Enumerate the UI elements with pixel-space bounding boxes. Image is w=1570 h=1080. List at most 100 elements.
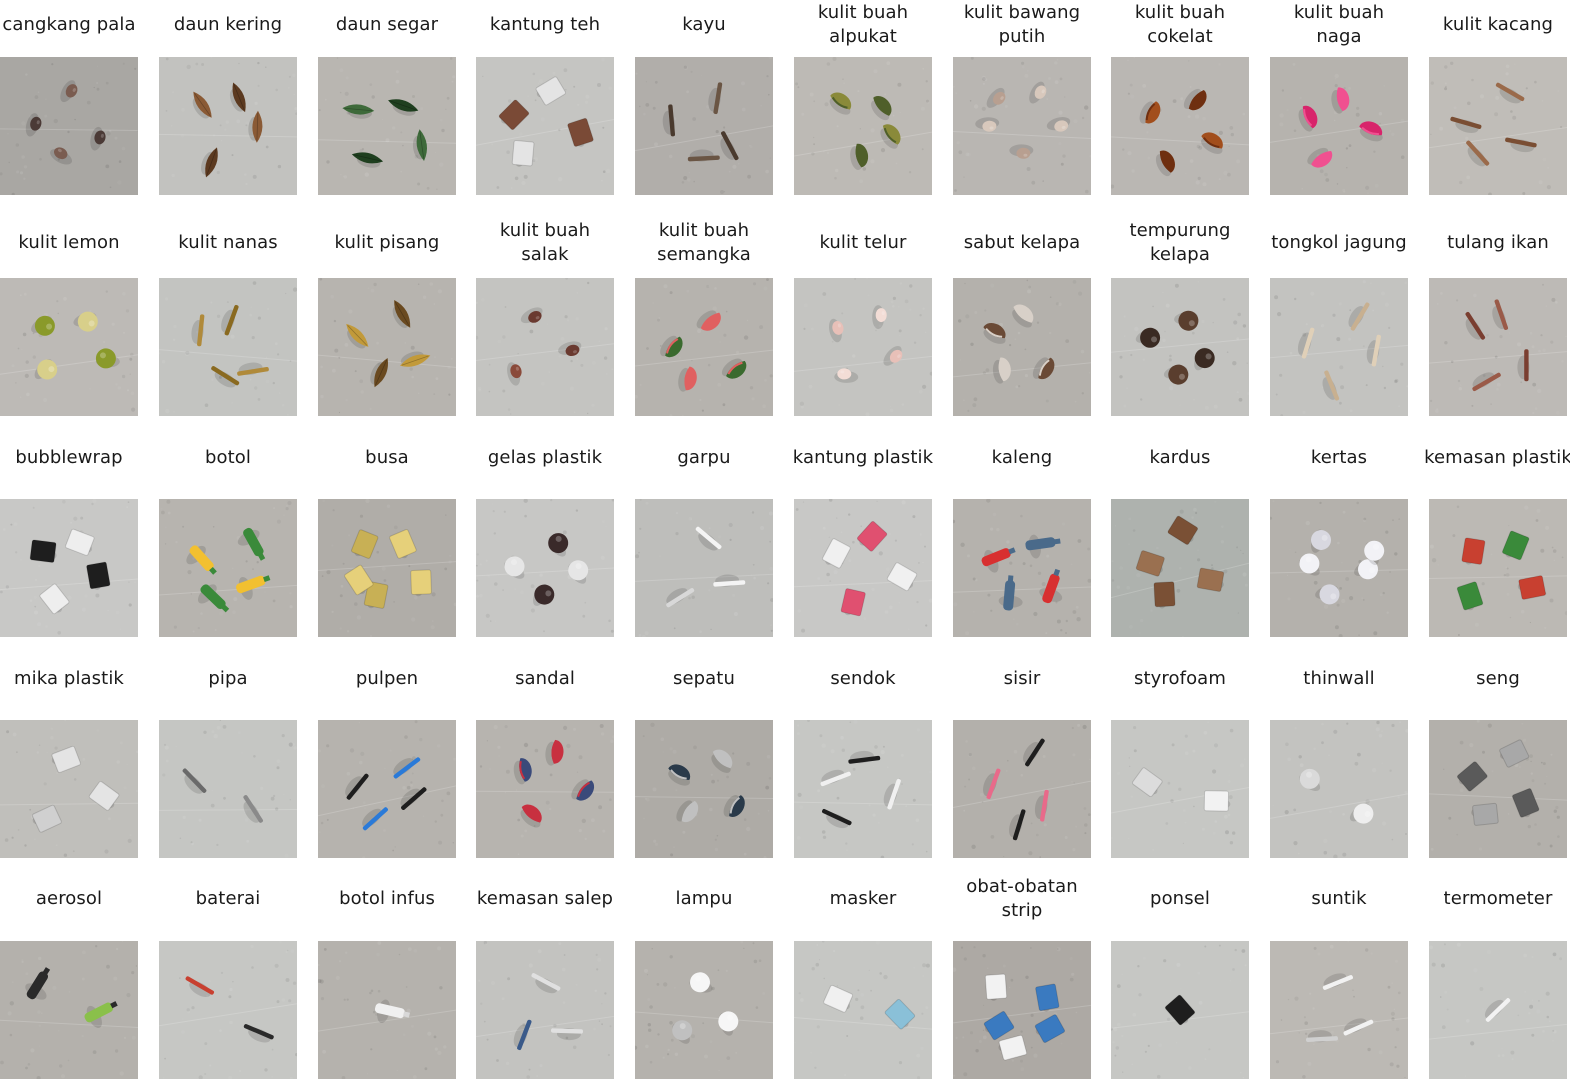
item-photo-kulit-buah-semangka [635, 278, 773, 416]
photo-graphic [1111, 941, 1249, 1079]
item-photo-kemasan-salep [476, 941, 614, 1079]
photo-graphic [794, 278, 932, 416]
item-label-tongkol-jagung: tongkol jagung [1271, 232, 1407, 253]
item-photo-busa [318, 499, 456, 637]
item-photo-cangkang-pala [0, 57, 138, 195]
item-label-baterai: baterai [195, 888, 261, 909]
photo-graphic [318, 720, 456, 858]
photo-graphic [794, 499, 932, 637]
item-photo-kulit-kacang [1429, 57, 1567, 195]
item-label-suntik: suntik [1311, 888, 1367, 909]
photo-graphic [0, 941, 138, 1079]
photo-graphic [1429, 720, 1567, 858]
item-photo-lampu [635, 941, 773, 1079]
item-photo-suntik [1270, 941, 1408, 1079]
item-photo-sepatu [635, 720, 773, 858]
item-label-mika-plastik: mika plastik [14, 668, 124, 689]
item-label-daun-segar: daun segar [335, 14, 439, 35]
photo-graphic [794, 720, 932, 858]
photo-graphic [1111, 499, 1249, 637]
photo-graphic [476, 941, 614, 1079]
item-photo-tempurung-kelapa [1111, 278, 1249, 416]
item-label-kulit-pisang: kulit pisang [334, 232, 440, 253]
item-label-lampu: lampu [675, 888, 733, 909]
photo-graphic [1429, 941, 1567, 1079]
item-photo-termometer [1429, 941, 1567, 1079]
item-label-busa: busa [365, 447, 409, 468]
photo-graphic [159, 499, 297, 637]
item-label-seng: seng [1476, 668, 1520, 689]
photo-graphic [476, 278, 614, 416]
item-label-styrofoam: styrofoam [1134, 668, 1226, 689]
photo-graphic [1111, 278, 1249, 416]
item-label-sandal: sandal [515, 668, 575, 689]
item-label-sepatu: sepatu [673, 668, 735, 689]
item-photo-kulit-telur [794, 278, 932, 416]
item-label-botol: botol [204, 447, 251, 468]
item-label-kaleng: kaleng [991, 447, 1053, 468]
item-label-sisir: sisir [1003, 668, 1041, 689]
photo-graphic [1429, 57, 1567, 195]
item-photo-pulpen [318, 720, 456, 858]
item-label-garpu: garpu [677, 447, 731, 468]
item-photo-kertas [1270, 499, 1408, 637]
item-photo-seng [1429, 720, 1567, 858]
item-photo-masker [794, 941, 932, 1079]
item-photo-styrofoam [1111, 720, 1249, 858]
photo-graphic [0, 57, 138, 195]
item-label-kantung-plastik: kantung plastik [792, 447, 934, 468]
item-photo-kemasan-plastik [1429, 499, 1567, 637]
item-photo-botol-infus [318, 941, 456, 1079]
item-label-kulit-buah-naga: kulit buah naga [1293, 2, 1385, 47]
item-label-thinwall: thinwall [1303, 668, 1375, 689]
photo-graphic [1270, 941, 1408, 1079]
item-photo-kulit-pisang [318, 278, 456, 416]
item-photo-daun-segar [318, 57, 456, 195]
item-label-kulit-nanas: kulit nanas [178, 232, 278, 253]
photo-graphic [318, 499, 456, 637]
photo-graphic [794, 57, 932, 195]
item-photo-garpu [635, 499, 773, 637]
item-photo-aerosol [0, 941, 138, 1079]
item-photo-sisir [953, 720, 1091, 858]
item-label-kemasan-salep: kemasan salep [476, 888, 614, 909]
item-photo-kulit-buah-naga [1270, 57, 1408, 195]
photo-graphic [1270, 278, 1408, 416]
photo-graphic [953, 720, 1091, 858]
photo-graphic [1429, 499, 1567, 637]
photo-graphic [159, 57, 297, 195]
photo-graphic [159, 941, 297, 1079]
item-label-ponsel: ponsel [1150, 888, 1210, 909]
photo-graphic [318, 57, 456, 195]
item-photo-kulit-lemon [0, 278, 138, 416]
photo-graphic [635, 941, 773, 1079]
photo-graphic [1270, 720, 1408, 858]
item-label-kulit-lemon: kulit lemon [18, 232, 120, 253]
item-label-kulit-buah-semangka: kulit buah semangka [657, 220, 751, 265]
photo-graphic [476, 720, 614, 858]
item-label-termometer: termometer [1443, 888, 1553, 909]
photo-graphic [159, 720, 297, 858]
photo-graphic [1270, 57, 1408, 195]
item-label-bubblewrap: bubblewrap [15, 447, 123, 468]
item-photo-kantung-plastik [794, 499, 932, 637]
item-label-sendok: sendok [830, 668, 896, 689]
photo-graphic [635, 720, 773, 858]
item-photo-kantung-teh [476, 57, 614, 195]
item-photo-kulit-nanas [159, 278, 297, 416]
item-photo-sabut-kelapa [953, 278, 1091, 416]
item-photo-obat-obatan-strip [953, 941, 1091, 1079]
item-label-daun-kering: daun kering [173, 14, 283, 35]
photo-graphic [476, 57, 614, 195]
item-label-kantung-teh: kantung teh [489, 14, 601, 35]
photo-graphic [0, 720, 138, 858]
item-photo-botol [159, 499, 297, 637]
item-label-masker: masker [829, 888, 897, 909]
item-photo-kulit-buah-salak [476, 278, 614, 416]
photo-graphic [476, 499, 614, 637]
photo-graphic [318, 278, 456, 416]
item-label-pulpen: pulpen [355, 668, 419, 689]
photo-graphic [953, 499, 1091, 637]
item-label-kayu: kayu [682, 14, 726, 35]
item-photo-pipa [159, 720, 297, 858]
